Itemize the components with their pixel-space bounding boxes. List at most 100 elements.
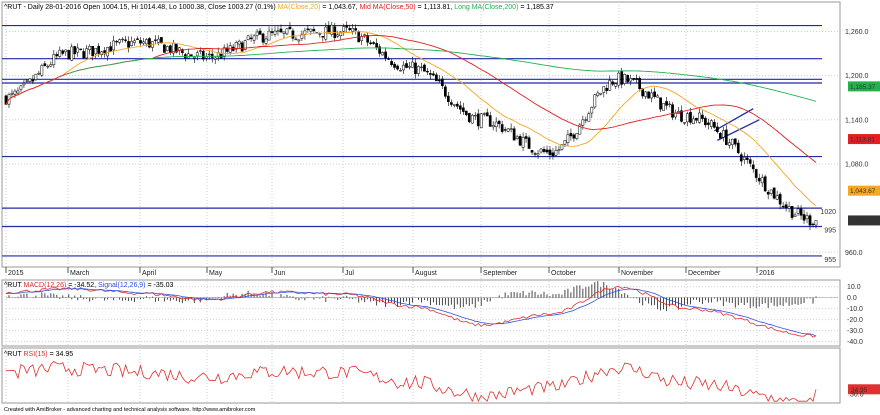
macd-symbol: ^RUT [4,282,22,289]
price-info: - Daily 28-01-2016 Open 1004.15, Hi 1014… [24,4,276,11]
candle-up [351,28,355,32]
candle-up [686,113,689,123]
candle-up [402,64,405,71]
candle-down [354,28,358,31]
candle-down [530,150,534,153]
candle-up [506,128,510,132]
candle-down [390,61,393,65]
candle-up [207,53,211,56]
candle-down [210,53,214,58]
candle-down [632,77,636,80]
candle-up [252,35,256,41]
candle-down [778,193,782,205]
candle-up [521,136,525,148]
candle-down [82,51,86,59]
candle-down [79,48,83,50]
candle-up [13,90,17,95]
candle-up [399,70,402,72]
level-label: 955 [824,257,836,264]
candle-down [653,91,656,97]
candle-up [575,133,579,139]
candle-down [163,44,166,53]
ma200-legend-label: Long MA(Close,200) [454,4,518,11]
candle-up [16,90,20,94]
macd-tick-label: -30.0 [847,328,863,335]
candle-down [739,154,743,162]
candle-down [115,41,118,43]
candle-up [557,149,561,151]
candle-down [327,25,331,34]
candle-down [396,65,399,70]
candle-up [22,83,26,86]
candle-up [692,118,695,124]
candle-up [599,92,603,95]
candle-up [106,47,109,57]
candle-up [727,142,731,146]
candle-down [724,129,728,145]
candle-down [754,169,758,178]
candle-down [748,159,752,164]
candle-down [61,50,65,54]
candle-down [665,101,668,106]
month-label: Jun [274,270,285,277]
candle-down [701,114,704,119]
candle-down [288,26,292,29]
price-tick-label: 1,200.0 [845,73,868,80]
candle-up [237,40,241,45]
candle-up [515,136,519,140]
candle-up [297,39,301,42]
candle-up [787,206,791,209]
candle-down [444,86,447,97]
month-label: 2016 [759,270,775,277]
candle-up [52,54,56,65]
rsi-panel [1,347,841,404]
rsi-header: ^RUT RSI(15) = 34.95 [4,351,73,358]
candle-down [67,50,71,60]
rsi-legend-label: RSI(15) [24,351,48,358]
ma50-legend-label: Mid MA(Close,50) [360,4,416,11]
month-label: November [621,270,654,277]
candle-down [249,37,253,40]
candle-up [796,208,800,214]
macd-tick-label: -40.0 [847,339,863,346]
candle-up [608,80,612,91]
candle-up [192,56,196,59]
candle-up [133,40,136,44]
candle-up [360,36,364,41]
chart-canvas: 1020995955 34.95 1,260.01,200.01,140.01,… [1,1,880,413]
month-label: 2015 [8,270,24,277]
signal-legend-value: = -35.03 [147,282,173,289]
candle-up [769,189,773,194]
candle-down [464,110,468,116]
candle-down [369,42,372,44]
candle-up [629,78,633,82]
candle-up [294,38,298,40]
candle-up [760,177,764,184]
price-tick-label: 1,080.0 [845,161,868,168]
candle-down [611,81,615,85]
candle-down [707,122,710,125]
candle-down [31,79,35,82]
candle-down [488,115,492,127]
candle-up [563,140,567,145]
candle-up [112,40,115,51]
candle-down [258,30,262,35]
candle-down [461,107,465,112]
candle-down [605,88,609,91]
value-tag-label: 1,185.37 [850,84,876,91]
rsi-legend-value: = 34.95 [50,351,74,358]
candle-up [614,83,618,87]
candle-up [730,139,734,146]
candle-down [169,45,172,54]
candle-down [527,137,531,149]
candle-up [342,26,346,32]
month-label: December [688,270,721,277]
macd-tick-label: 10.0 [847,284,861,291]
candle-up [668,103,671,106]
candle-up [76,47,80,53]
candle-down [719,132,722,139]
candle-down [733,138,737,145]
candle-down [802,214,806,221]
candle-down [518,136,522,146]
candle-down [626,75,630,82]
